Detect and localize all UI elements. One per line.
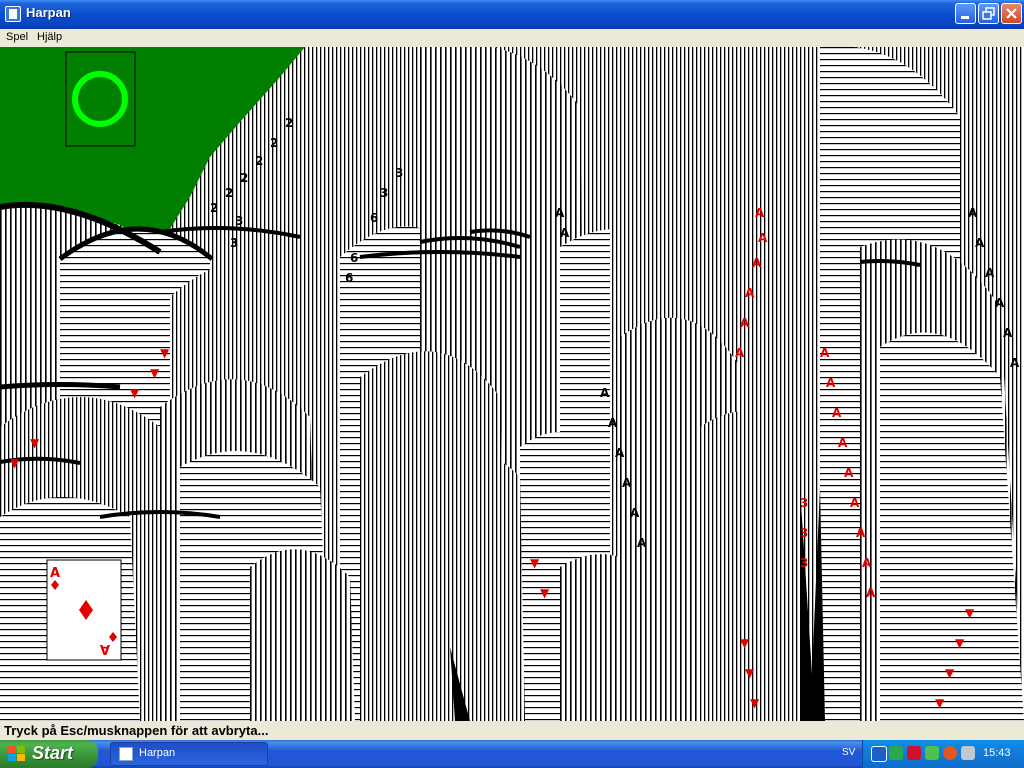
svg-text:A: A [850,496,860,510]
svg-text:A: A [630,506,640,520]
svg-text:A: A [844,466,854,480]
restore-icon [982,7,995,20]
svg-text:A: A [600,386,610,400]
svg-text:A: A [555,206,565,220]
svg-text:▼: ▼ [540,586,550,600]
harpan-icon [119,747,133,761]
svg-text:3: 3 [235,214,243,228]
svg-text:A: A [758,231,768,245]
svg-text:A: A [608,416,618,430]
svg-text:A: A [866,586,876,600]
status-bar: Tryck på Esc/musknappen för att avbryta.… [0,721,1024,740]
svg-text:▼: ▼ [130,386,140,400]
svg-text:A: A [755,206,765,220]
svg-text:3: 3 [395,166,403,180]
taskbar-item-label: Harpan [139,747,176,759]
svg-text:6: 6 [370,211,378,225]
svg-text:▼: ▼ [160,346,170,360]
svg-text:A: A [826,376,836,390]
back-arrow-icon[interactable] [871,746,887,762]
svg-text:▼: ▼ [945,666,955,680]
svg-text:A: A [735,346,745,360]
svg-text:A: A [838,436,848,450]
security-icon[interactable] [943,746,957,760]
svg-text:A: A [832,406,842,420]
svg-text:▼: ▼ [150,366,160,380]
windows-logo-icon [8,746,25,761]
svg-text:A: A [752,256,762,270]
svg-text:2: 2 [285,116,293,130]
svg-text:A: A [820,346,830,360]
svg-text:6: 6 [350,251,358,265]
svg-text:3: 3 [230,236,238,250]
svg-text:A: A [985,266,995,280]
network-icon[interactable] [925,746,939,760]
svg-text:▼: ▼ [965,606,975,620]
svg-text:A: A [622,476,632,490]
svg-text:A: A [50,566,60,581]
svg-text:▼: ▼ [740,636,750,650]
svg-text:A: A [862,556,872,570]
status-text: Tryck på Esc/musknappen för att avbryta.… [4,723,269,738]
clock: 15:43 [983,747,1011,759]
volume-icon[interactable] [961,746,975,760]
cascade-canvas: 222 222 33 336 66 AA AAA AAA AAA AAA AAA… [0,47,1024,721]
svg-text:▼: ▼ [745,666,755,680]
svg-text:▼: ▼ [955,636,965,650]
adobe-icon[interactable] [907,746,921,760]
svg-text:▼: ▼ [10,456,20,470]
svg-text:3: 3 [800,526,808,540]
svg-text:2: 2 [225,186,233,200]
svg-text:A: A [615,446,625,460]
svg-text:A: A [1010,356,1020,370]
svg-text:2: 2 [240,171,248,185]
start-label: Start [32,743,74,763]
taskbar: Start Harpan SV 15:43 [0,740,1024,768]
svg-text:A: A [968,206,978,220]
messenger-icon[interactable] [889,746,903,760]
top-card-ace-of-diamonds[interactable]: A A [46,559,122,661]
svg-text:A: A [1003,326,1013,340]
svg-text:6: 6 [345,271,353,285]
menu-hjalp[interactable]: Hjälp [37,31,62,43]
start-button[interactable]: Start [0,740,98,768]
svg-text:A: A [100,641,110,656]
svg-text:▼: ▼ [530,556,540,570]
svg-text:A: A [975,236,985,250]
svg-text:A: A [745,286,755,300]
minimize-button[interactable] [955,3,976,24]
svg-text:A: A [740,316,750,330]
language-indicator[interactable]: SV [842,747,855,758]
close-button[interactable] [1001,3,1022,24]
svg-text:2: 2 [210,201,218,215]
svg-text:3: 3 [380,186,388,200]
close-icon [1006,8,1017,19]
svg-text:A: A [637,536,647,550]
svg-text:A: A [995,296,1005,310]
taskbar-item-harpan[interactable]: Harpan [110,742,268,766]
menu-spel[interactable]: Spel [6,31,28,43]
window-titlebar[interactable]: Harpan [0,0,1024,29]
svg-text:▼: ▼ [935,696,945,710]
svg-text:A: A [856,526,866,540]
game-area[interactable]: 222 222 33 336 66 AA AAA AAA AAA AAA AAA… [0,47,1024,721]
svg-text:3: 3 [800,556,808,570]
system-tray: 15:43 [862,740,1024,768]
restore-button[interactable] [978,3,999,24]
svg-text:2: 2 [255,154,263,168]
app-icon[interactable] [5,6,21,22]
svg-text:2: 2 [270,136,278,150]
svg-text:A: A [560,226,570,240]
svg-text:▼: ▼ [30,436,40,450]
minimize-icon [961,16,969,19]
svg-text:3: 3 [800,496,808,510]
menu-bar: Spel Hjälp [0,29,1024,47]
svg-text:▼: ▼ [750,696,760,710]
window-title: Harpan [26,5,71,20]
